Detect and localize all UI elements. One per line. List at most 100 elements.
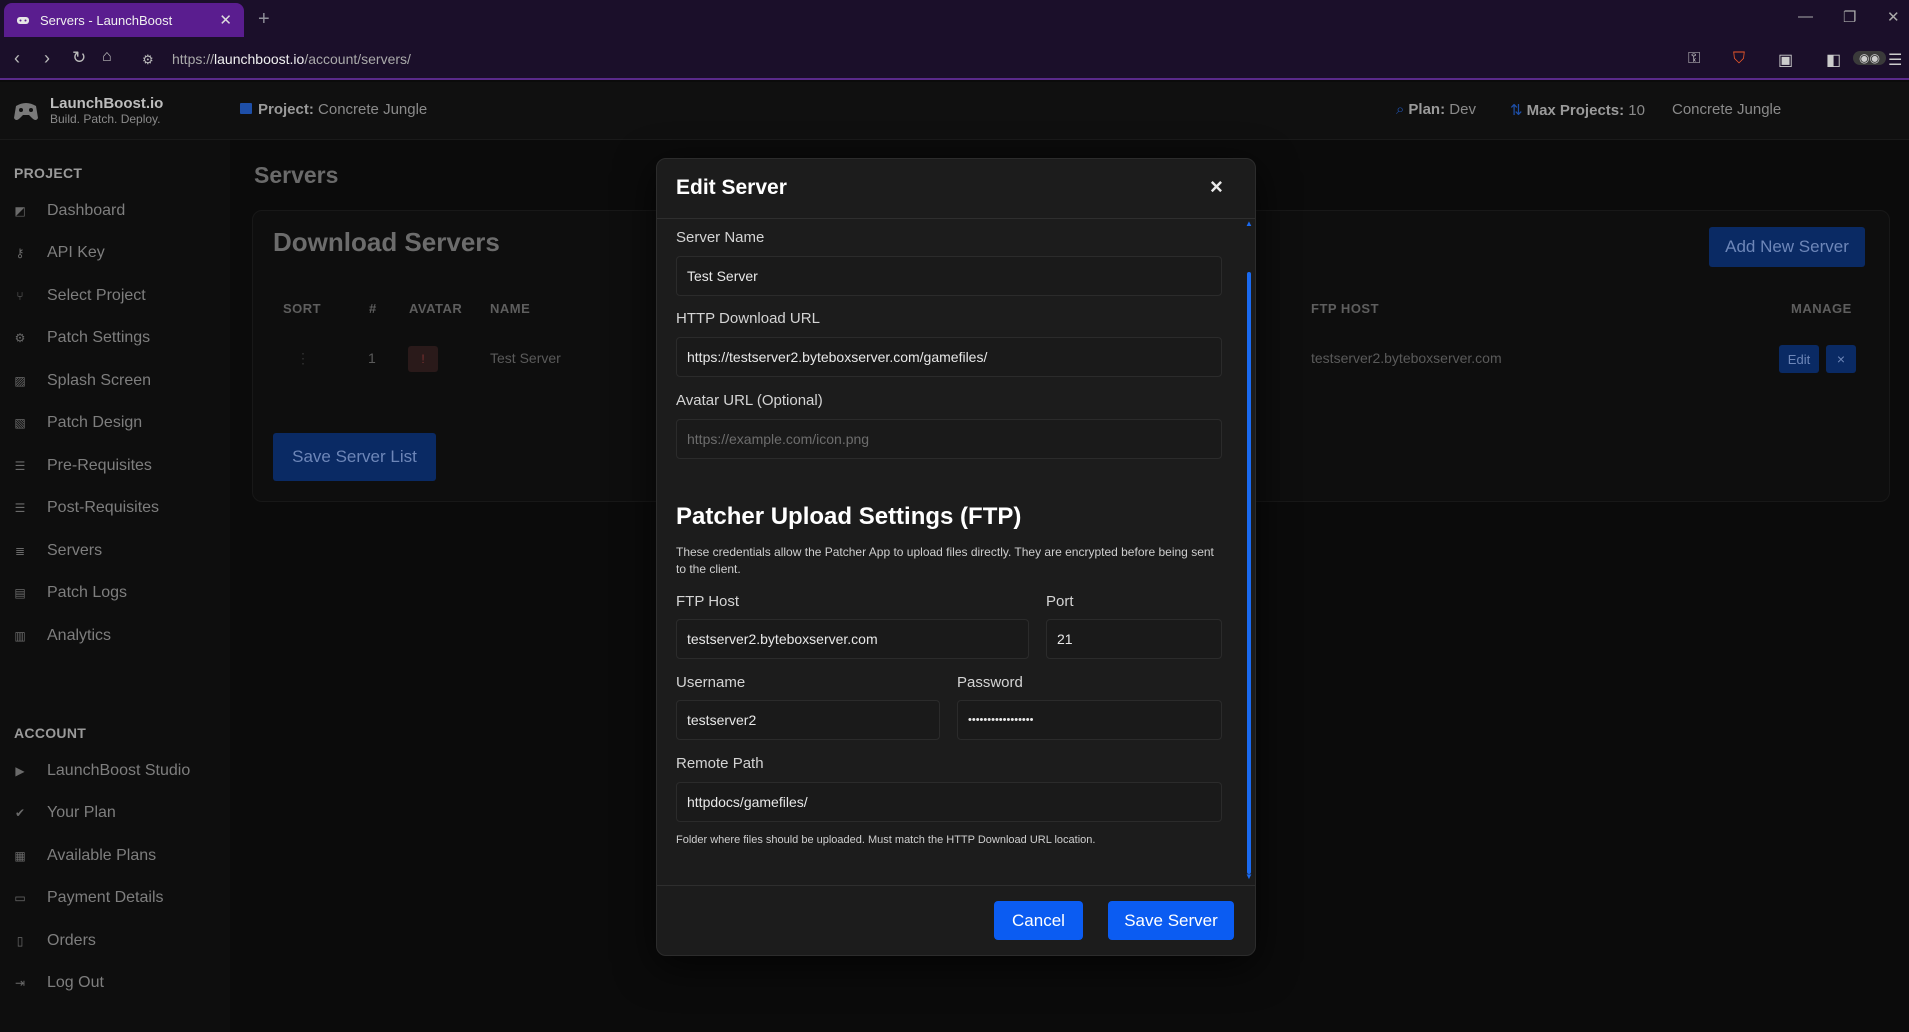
- remote-path-help: Folder where files should be uploaded. M…: [676, 834, 1096, 846]
- minimize-icon[interactable]: —: [1798, 8, 1813, 25]
- modal-title: Edit Server: [676, 176, 787, 199]
- back-icon[interactable]: ‹: [14, 48, 20, 69]
- sidebar-item-splash-screen[interactable]: ▨ Splash Screen: [12, 369, 151, 393]
- password-key-icon[interactable]: ⚿: [1688, 50, 1700, 68]
- http-url-input[interactable]: https://testserver2.byteboxserver.com/ga…: [676, 337, 1222, 377]
- sidebar-item-pre-requisites[interactable]: ☰ Pre-Requisites: [12, 454, 152, 478]
- server-name-label: Server Name: [676, 229, 765, 246]
- new-tab-icon[interactable]: +: [258, 8, 270, 31]
- col-name: NAME: [490, 301, 531, 316]
- server-icon: ≣: [14, 544, 26, 558]
- row-name: Test Server: [490, 350, 561, 366]
- row-delete-button[interactable]: ×: [1826, 345, 1856, 373]
- gamepad-icon: [17, 17, 29, 24]
- save-server-button[interactable]: Save Server: [1108, 901, 1234, 940]
- list-icon: ☰: [14, 459, 26, 473]
- sidebar-item-servers[interactable]: ≣ Servers: [12, 539, 102, 563]
- sidebar-item-your-plan[interactable]: ✔ Your Plan: [12, 801, 116, 825]
- sidebar-item-log-out[interactable]: ⇥ Log Out: [12, 971, 104, 995]
- sidebar-heading-account: ACCOUNT: [14, 725, 87, 741]
- remote-path-input[interactable]: httpdocs/gamefiles/: [676, 782, 1222, 822]
- menu-icon[interactable]: ☰: [1888, 50, 1902, 70]
- page-title: Servers: [254, 162, 339, 188]
- gamepad-logo-icon: [14, 103, 38, 120]
- brand-name[interactable]: LaunchBoost.io: [50, 95, 163, 112]
- col-index: #: [369, 301, 377, 316]
- ftp-host-label: FTP Host: [676, 593, 740, 610]
- browser-tab[interactable]: Servers - LaunchBoost ✕: [4, 3, 244, 37]
- stats-icon: ⇅: [1510, 102, 1523, 119]
- username-input[interactable]: testserver2: [676, 700, 940, 740]
- modal-close-icon[interactable]: ×: [1210, 174, 1223, 200]
- home-icon[interactable]: ⌂: [102, 48, 112, 66]
- modal-scrollbar-thumb[interactable]: [1247, 272, 1251, 874]
- drag-handle-icon[interactable]: ⋮: [296, 350, 310, 367]
- max-projects: ⇅ Max Projects: 10: [1510, 102, 1645, 119]
- server-name-input[interactable]: Test Server: [676, 256, 1222, 296]
- password-input[interactable]: •••••••••••••••••: [957, 700, 1222, 740]
- modal-footer-divider: [657, 885, 1255, 886]
- images-icon: ▧: [14, 416, 26, 430]
- avatar-url-input[interactable]: https://example.com/icon.png: [676, 419, 1222, 459]
- sidebar-heading-project: PROJECT: [14, 165, 83, 181]
- sidebar-item-analytics[interactable]: ▥ Analytics: [12, 624, 111, 648]
- brand-tagline: Build. Patch. Deploy.: [50, 112, 161, 126]
- card-icon: ▭: [14, 891, 26, 905]
- row-index: 1: [368, 350, 376, 366]
- plan-icon: ⌕: [1396, 101, 1405, 118]
- ftp-section-description: These credentials allow the Patcher App …: [676, 545, 1214, 576]
- ftp-host-input[interactable]: testserver2.byteboxserver.com: [676, 619, 1029, 659]
- sidebar-item-select-project[interactable]: ⑂ Select Project: [12, 284, 145, 308]
- sidebar-item-patch-design[interactable]: ▧ Patch Design: [12, 411, 142, 435]
- sidebar-item-payment-details[interactable]: ▭ Payment Details: [12, 886, 163, 910]
- image-icon: ▨: [14, 374, 26, 388]
- port-input[interactable]: 21: [1046, 619, 1222, 659]
- add-new-server-button[interactable]: Add New Server: [1709, 227, 1865, 267]
- table-icon: ▦: [14, 849, 26, 863]
- site-settings-icon[interactable]: ⚙: [142, 52, 154, 68]
- http-url-label: HTTP Download URL: [676, 310, 820, 327]
- sidebar-item-patch-settings[interactable]: ⚙ Patch Settings: [12, 326, 151, 350]
- row-ftp-host: testserver2.byteboxserver.com: [1311, 350, 1502, 366]
- restore-icon[interactable]: ❐: [1843, 8, 1856, 26]
- scroll-up-arrow-icon[interactable]: ▲: [1245, 219, 1253, 228]
- forward-icon[interactable]: ›: [44, 48, 50, 69]
- sidebar-item-orders[interactable]: ▯ Orders: [12, 929, 96, 953]
- list-icon: ☰: [14, 501, 26, 515]
- check-icon: ✔: [14, 806, 26, 820]
- sidebar-item-launchboost-studio[interactable]: ▶ LaunchBoost Studio: [12, 759, 190, 783]
- tab-close-icon[interactable]: ✕: [219, 11, 232, 29]
- sidebar-toggle-icon[interactable]: ◧: [1826, 50, 1841, 70]
- remote-path-label: Remote Path: [676, 755, 764, 772]
- url-field[interactable]: https://launchboost.io/account/servers/: [172, 51, 411, 67]
- sidebar-item-post-requisites[interactable]: ☰ Post-Requisites: [12, 496, 159, 520]
- receipt-icon: ▯: [16, 934, 24, 948]
- save-server-list-button[interactable]: Save Server List: [273, 433, 436, 481]
- gear-icon: ⚙: [14, 331, 26, 345]
- sidebar-item-dashboard[interactable]: ◩ Dashboard: [12, 199, 125, 223]
- sidebar-item-api-key[interactable]: ⚷ API Key: [12, 241, 105, 265]
- sidebar-item-available-plans[interactable]: ▦ Available Plans: [12, 844, 156, 868]
- window-close-icon[interactable]: ✕: [1887, 8, 1900, 26]
- scroll-down-arrow-icon[interactable]: ▼: [1245, 872, 1253, 881]
- row-edit-button[interactable]: Edit: [1779, 345, 1819, 373]
- screenshot-icon[interactable]: ▣: [1778, 50, 1793, 70]
- key-icon: ⚷: [15, 246, 25, 260]
- sidebar-item-patch-logs[interactable]: ▤ Patch Logs: [12, 581, 127, 605]
- logout-icon: ⇥: [14, 976, 26, 990]
- col-manage: MANAGE: [1791, 301, 1852, 316]
- project-icon: [240, 103, 252, 114]
- tab-title: Servers - LaunchBoost: [40, 12, 173, 28]
- cancel-button[interactable]: Cancel: [994, 901, 1083, 940]
- col-sort[interactable]: SORT: [283, 301, 321, 316]
- ftp-section-title: Patcher Upload Settings (FTP): [676, 503, 1022, 530]
- col-avatar: AVATAR: [409, 301, 463, 316]
- modal-header-divider: [657, 218, 1255, 219]
- reload-icon[interactable]: ↻: [72, 48, 86, 68]
- username-label: Username: [676, 674, 746, 691]
- port-label: Port: [1046, 593, 1074, 610]
- brave-shield-icon[interactable]: ⛉: [1733, 50, 1745, 68]
- project-selector[interactable]: Concrete Jungle: [1672, 101, 1781, 118]
- current-plan: ⌕ Plan: Dev: [1396, 101, 1476, 118]
- wallet-icon[interactable]: ◉◉: [1853, 51, 1886, 65]
